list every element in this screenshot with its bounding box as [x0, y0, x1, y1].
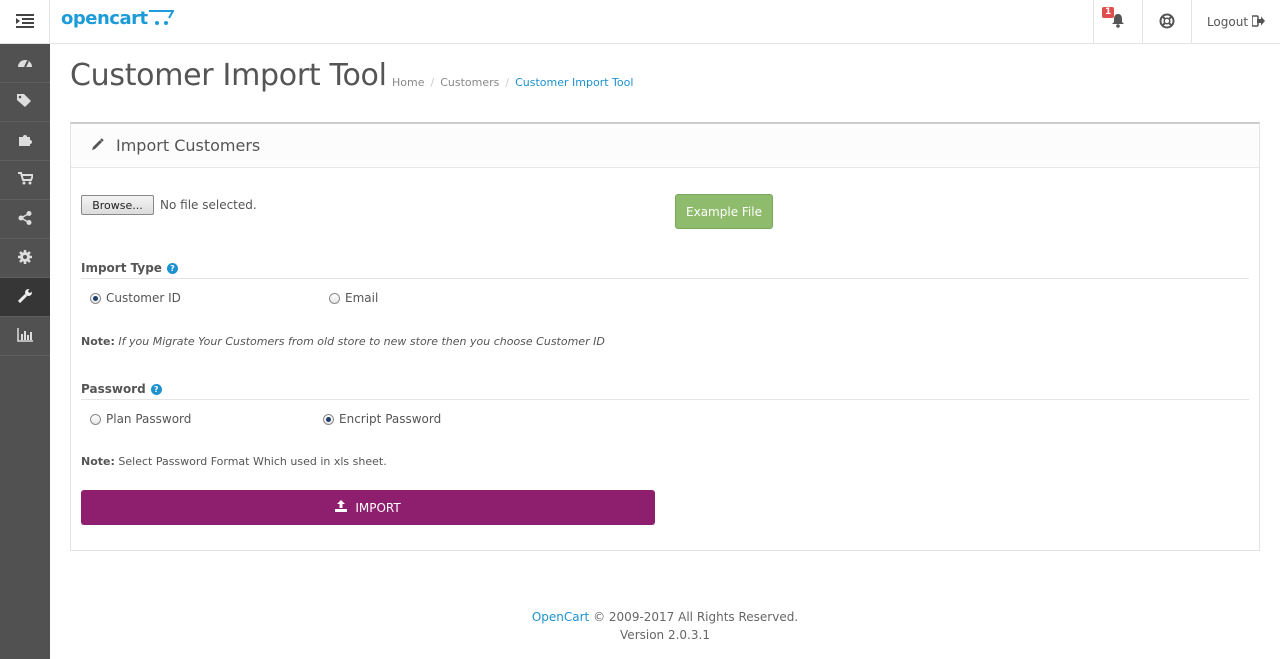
radio-label: Customer ID [106, 291, 181, 305]
upload-icon [335, 500, 348, 515]
radio-button[interactable] [90, 413, 101, 425]
panel-heading: Import Customers [71, 124, 1259, 168]
radio-button[interactable] [323, 413, 334, 425]
radio-customer-id[interactable]: Customer ID [90, 291, 181, 305]
question-circle-icon[interactable]: ? [166, 262, 178, 274]
page-title: Customer Import Tool [70, 58, 387, 93]
breadcrumb: Home / Customers / Customer Import Tool [392, 76, 633, 89]
radio-plan-password[interactable]: Plan Password [90, 412, 191, 426]
radio-label: Plan Password [106, 412, 192, 426]
note-label: Note: [81, 455, 115, 468]
top-header: opencart 1 Logout [0, 0, 1280, 44]
cart-logo-icon [148, 8, 175, 29]
sidebar-item-tools[interactable] [0, 278, 50, 317]
example-file-button[interactable]: Example File [675, 194, 773, 229]
import-panel: Import Customers Browse... No file selec… [70, 122, 1260, 551]
radio-encript-password[interactable]: Encript Password [323, 412, 441, 426]
opencart-link[interactable]: OpenCart [532, 610, 589, 624]
radio-email[interactable]: Email [329, 291, 378, 305]
sidebar-item-dashboard[interactable] [0, 44, 50, 83]
file-status: No file selected. [160, 198, 257, 212]
note-text: Select Password Format Which used in xls… [118, 455, 387, 468]
wrench-icon [17, 288, 33, 306]
opencart-logo[interactable]: opencart [61, 8, 175, 29]
notifications-button[interactable]: 1 [1093, 0, 1142, 44]
help-button[interactable] [1142, 0, 1191, 44]
copyright-line: OpenCart © 2009-2017 All Rights Reserved… [50, 608, 1280, 626]
breadcrumb-home[interactable]: Home [392, 76, 424, 89]
password-legend: Password ? [81, 382, 1249, 400]
tags-icon [17, 93, 33, 111]
menu-indent-icon [15, 13, 34, 31]
question-circle-icon[interactable]: ? [150, 383, 162, 395]
radio-button[interactable] [329, 292, 340, 304]
sidebar-item-extensions[interactable] [0, 122, 50, 161]
radio-label: Email [345, 291, 379, 305]
breadcrumb-customers[interactable]: Customers [440, 76, 499, 89]
sidebar-item-marketing[interactable] [0, 200, 50, 239]
dashboard-icon [17, 55, 33, 72]
pencil-icon [91, 137, 104, 154]
puzzle-icon [18, 133, 32, 150]
version-text: Version 2.0.3.1 [620, 628, 710, 642]
import-type-label: Import Type [81, 261, 162, 275]
breadcrumb-current[interactable]: Customer Import Tool [515, 76, 633, 89]
shopping-cart-icon [17, 172, 34, 188]
sign-out-icon [1251, 14, 1266, 30]
import-label: IMPORT [355, 500, 401, 515]
notification-badge: 1 [1102, 7, 1115, 18]
note-text: If you Migrate Your Customers from old s… [118, 335, 605, 348]
breadcrumb-separator: / [430, 76, 435, 89]
panel-title: Import Customers [116, 136, 261, 155]
life-ring-icon [1159, 13, 1175, 32]
import-type-note: Note: If you Migrate Your Customers from… [81, 335, 605, 348]
note-label: Note: [81, 335, 115, 348]
share-icon [18, 210, 32, 228]
radio-label: Encript Password [339, 412, 442, 426]
browse-button[interactable]: Browse... [81, 195, 154, 215]
footer: OpenCart © 2009-2017 All Rights Reserved… [50, 608, 1280, 644]
logout-button[interactable]: Logout [1191, 0, 1280, 44]
sidebar-item-catalog[interactable] [0, 83, 50, 122]
file-input: Browse... No file selected. [81, 195, 257, 215]
bar-chart-icon [17, 327, 33, 345]
password-note: Note: Select Password Format Which used … [81, 455, 387, 468]
import-type-legend: Import Type ? [81, 261, 1249, 279]
breadcrumb-separator: / [505, 76, 510, 89]
copyright-text: © 2009-2017 All Rights Reserved. [593, 610, 799, 624]
password-label: Password [81, 382, 146, 396]
import-button[interactable]: IMPORT [81, 490, 655, 525]
radio-button[interactable] [90, 292, 101, 304]
sidebar-item-sales[interactable] [0, 161, 50, 200]
logout-label: Logout [1206, 15, 1249, 29]
sidebar-nav [0, 44, 50, 659]
sidebar-item-reports[interactable] [0, 317, 50, 356]
gear-icon [18, 249, 32, 267]
logo-text: opencart [61, 8, 148, 29]
menu-toggle-button[interactable] [0, 0, 50, 44]
sidebar-item-system[interactable] [0, 239, 50, 278]
